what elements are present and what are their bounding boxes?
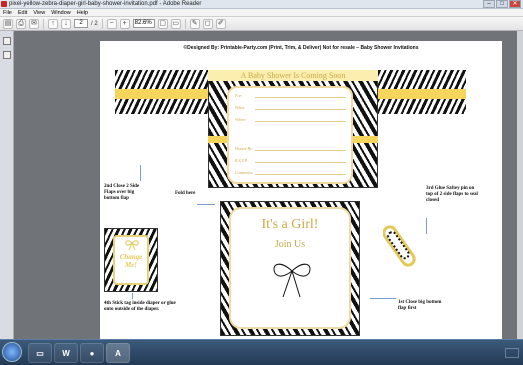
note-side-flaps: 2nd Close 2 Side Flaps over big bottom f… xyxy=(104,184,140,201)
menu-edit[interactable]: Edit xyxy=(18,9,27,16)
minimize-button[interactable]: – xyxy=(483,0,495,8)
firefox-taskbar-icon[interactable]: ● xyxy=(80,343,104,363)
arrow-right xyxy=(197,204,215,205)
arrow-up xyxy=(140,165,141,181)
menu-file[interactable]: File xyxy=(3,9,12,16)
attachments-icon[interactable] xyxy=(3,51,11,59)
comment-icon[interactable]: ✎ xyxy=(189,18,200,29)
form-label-for: For: xyxy=(235,93,243,98)
highlight-icon[interactable]: ✐ xyxy=(215,18,226,29)
menu-window[interactable]: Window xyxy=(51,9,71,16)
explorer-taskbar-icon[interactable]: ▭ xyxy=(28,343,52,363)
zoom-out-button[interactable]: − xyxy=(106,18,117,29)
window-title: pixel-yellow-zebra-diaper-girl-baby-show… xyxy=(9,1,202,7)
toolbar-divider xyxy=(184,18,186,29)
menu-view[interactable]: View xyxy=(33,9,45,16)
word-taskbar-icon[interactable]: W xyxy=(54,343,78,363)
show-desktop-button[interactable] xyxy=(505,348,519,358)
print-icon[interactable]: ⎙ xyxy=(16,18,26,29)
bow-icon xyxy=(273,263,311,298)
form-label-when: When: xyxy=(235,105,246,110)
adobe-taskbar-icon[interactable]: A xyxy=(106,343,130,363)
tag-bow-icon xyxy=(125,240,139,251)
close-button[interactable]: ✕ xyxy=(509,0,521,8)
arrow-down xyxy=(426,218,427,234)
toolbar-divider xyxy=(101,18,103,29)
form-line xyxy=(255,109,346,110)
note-stick-tag: 4th Stick tag inside diaper or glue onto… xyxy=(104,301,176,312)
page-header: ©Designed By: Printable-Party.com (Print… xyxy=(183,45,419,51)
next-page-button[interactable]: ↓ xyxy=(61,18,71,29)
form-label-rsvp: R.S.V.P.: xyxy=(235,158,249,163)
maximize-button[interactable]: □ xyxy=(496,0,508,8)
safety-pin-icon xyxy=(383,225,416,267)
zoom-input[interactable]: 82.6% xyxy=(132,19,155,28)
title-bar: pixel-yellow-zebra-diaper-girl-baby-show… xyxy=(0,0,523,9)
change-me-text: Change Me! xyxy=(119,253,143,269)
fit-width-icon[interactable]: ▭ xyxy=(170,18,181,29)
form-line xyxy=(255,150,346,151)
form-label-comments: Comments: xyxy=(235,170,254,175)
window-controls: – □ ✕ xyxy=(483,0,521,9)
form-label-hosted-by: Hosted By: xyxy=(235,146,253,151)
form-line xyxy=(255,121,346,122)
form-line xyxy=(255,97,346,98)
shower-banner: A Baby Shower Is Coming Soon xyxy=(208,70,378,81)
email-icon[interactable]: ✉ xyxy=(29,18,39,29)
start-button[interactable] xyxy=(2,342,22,362)
pdf-page: ©Designed By: Printable-Party.com (Print… xyxy=(100,41,502,339)
fit-page-icon[interactable]: ▢ xyxy=(157,18,168,29)
form-label-where: Where: xyxy=(235,117,247,122)
page-total: / 2 xyxy=(91,20,98,27)
menu-bar: File Edit View Window Help xyxy=(0,9,523,17)
tag-inner: Change Me! xyxy=(113,235,149,285)
arrow-left xyxy=(370,298,396,299)
open-icon[interactable]: ▤ xyxy=(3,18,13,29)
girl-announcement-box: It's a Girl! Join Us xyxy=(229,207,351,329)
form-line xyxy=(255,162,346,163)
menu-help[interactable]: Help xyxy=(77,9,88,16)
toolbar-divider xyxy=(43,18,44,29)
page-thumbnails-icon[interactable] xyxy=(3,37,11,45)
invitation-form-box: For: When: Where: Hosted By: R.S.V.P.: C… xyxy=(227,86,353,184)
zoom-in-button[interactable]: + xyxy=(119,18,130,29)
join-us-text: Join Us xyxy=(274,239,306,250)
document-viewport[interactable]: ©Designed By: Printable-Party.com (Print… xyxy=(14,31,523,339)
note-fold-here: Fold here xyxy=(175,191,196,196)
previous-page-button[interactable]: ↑ xyxy=(48,18,58,29)
note-close-bottom: 1st Close big bottom flap first xyxy=(398,300,442,311)
tag-card: Change Me! xyxy=(104,228,158,292)
note-glue-pin: 3rd Glue Saftey pin on top of 2 side fla… xyxy=(426,186,478,203)
form-line xyxy=(255,174,346,175)
navigation-panel xyxy=(0,31,14,339)
page-number-input[interactable]: 2 xyxy=(74,19,88,28)
its-a-girl-text: It's a Girl! xyxy=(261,217,319,232)
adobe-reader-icon xyxy=(1,1,7,7)
sticky-note-icon[interactable]: ◻ xyxy=(202,18,213,29)
toolbar: ▤ ⎙ ✉ ↑ ↓ 2 / 2 − + 82.6% ▢ ▭ ✎ ◻ ✐ xyxy=(0,17,523,31)
taskbar: ▭ W ● A xyxy=(0,339,523,365)
vertical-scrollbar[interactable] xyxy=(517,31,523,339)
arrow-up-tag xyxy=(132,293,133,299)
